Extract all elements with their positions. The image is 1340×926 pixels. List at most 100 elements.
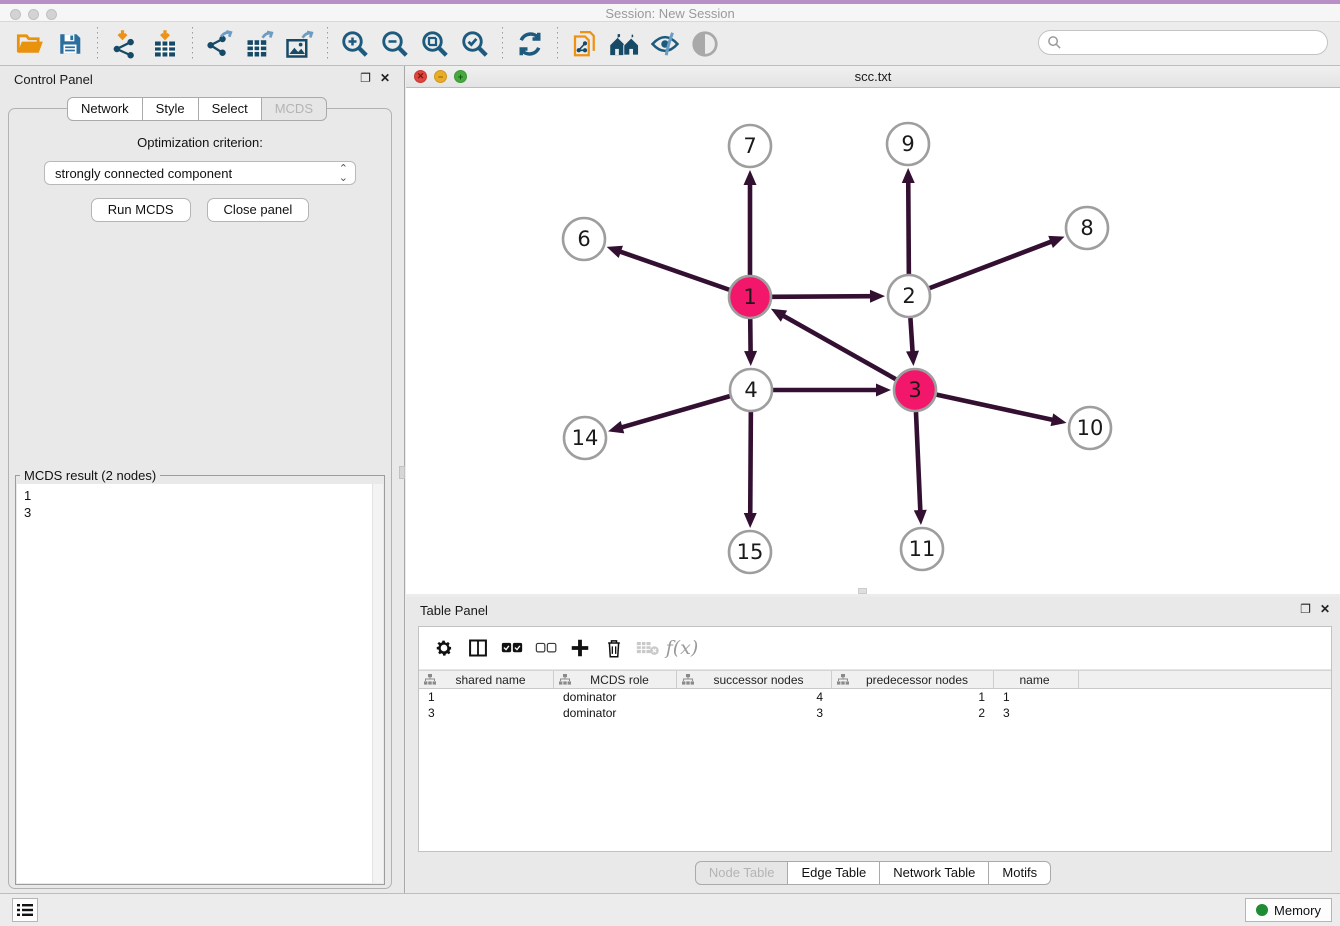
tab-select[interactable]: Select (198, 97, 262, 121)
search-input[interactable] (1067, 35, 1327, 50)
list-icon (17, 903, 33, 917)
column-header-successor-nodes[interactable]: successor nodes (677, 671, 832, 688)
table-cell[interactable]: 4 (677, 689, 832, 705)
horizontal-splitter-handle[interactable] (858, 588, 867, 594)
zoom-fit-button[interactable] (418, 28, 452, 60)
import-network-button[interactable] (108, 28, 142, 60)
graph-edge-1-2[interactable] (772, 296, 872, 297)
table-row[interactable]: 3dominator323 (419, 705, 1331, 721)
graph-edge-arrowhead (1048, 236, 1064, 248)
apply-layout-button[interactable] (513, 28, 547, 60)
show-panel-list-button[interactable] (12, 898, 38, 922)
column-type-icon (682, 674, 694, 685)
zoom-selected-button[interactable] (458, 28, 492, 60)
mcds-result-text[interactable]: 1 3 (17, 484, 383, 883)
search-box[interactable] (1038, 30, 1328, 55)
tab-node-table[interactable]: Node Table (695, 861, 789, 885)
tab-network[interactable]: Network (67, 97, 143, 121)
table-panel-header: Table Panel ❐ ✕ (406, 597, 1340, 623)
run-mcds-button[interactable]: Run MCDS (91, 198, 191, 222)
columns-icon (468, 638, 488, 658)
close-panel-icon[interactable]: ✕ (380, 72, 390, 84)
create-column-button[interactable] (565, 633, 595, 663)
column-header-shared-name[interactable]: shared name (419, 671, 554, 688)
table-row[interactable]: 1dominator411 (419, 689, 1331, 705)
control-panel-header: Control Panel ❐ ✕ (0, 66, 404, 92)
column-header-MCDS-role[interactable]: MCDS role (554, 671, 677, 688)
table-cell[interactable]: 2 (832, 705, 994, 721)
unchecked-boxes-icon (535, 640, 557, 656)
graph-edge-arrowhead (744, 351, 757, 366)
graph-edge-2-8[interactable] (930, 241, 1053, 288)
result-scrollbar[interactable] (372, 484, 383, 883)
import-table-button[interactable] (148, 28, 182, 60)
open-session-button[interactable] (13, 28, 47, 60)
status-bar: Memory (0, 893, 1340, 926)
zoom-out-button[interactable] (378, 28, 412, 60)
network-view-window: ✕ − + scc.txt 7968124314101511 (406, 66, 1340, 594)
graph-edge-4-14[interactable] (621, 396, 730, 428)
graph-node-label-3: 3 (908, 378, 921, 402)
table-cell[interactable]: 3 (994, 705, 1079, 721)
zoom-in-button[interactable] (338, 28, 372, 60)
show-hidden-button[interactable] (688, 28, 722, 60)
hide-selected-button[interactable] (648, 28, 682, 60)
table-panel: Table Panel ❐ ✕ (406, 597, 1340, 893)
table-cell[interactable]: 1 (419, 689, 554, 705)
tab-mcds[interactable]: MCDS (261, 97, 327, 121)
table-cell[interactable]: 1 (832, 689, 994, 705)
toggle-column-pane-button[interactable] (463, 633, 493, 663)
table-cell[interactable]: dominator (554, 705, 677, 721)
graph-edge-3-10[interactable] (936, 395, 1053, 420)
graph-edge-arrowhead (608, 421, 624, 433)
tab-network-table[interactable]: Network Table (879, 861, 989, 885)
column-header-predecessor-nodes[interactable]: predecessor nodes (832, 671, 994, 688)
deselect-all-button[interactable] (531, 633, 561, 663)
delete-column-button[interactable] (599, 633, 629, 663)
mcds-result-title: MCDS result (2 nodes) (20, 468, 160, 483)
show-all-networks-button[interactable] (608, 28, 642, 60)
tab-style[interactable]: Style (142, 97, 199, 121)
graph-edge-arrowhead (914, 510, 927, 525)
toolbar-separator (557, 27, 558, 61)
mcds-pane: Optimization criterion: strongly connect… (8, 108, 392, 889)
node-table-container: f(x) shared nameMCDS rolesuccessor nodes… (418, 626, 1332, 852)
column-type-icon (837, 674, 849, 685)
close-table-panel-icon[interactable]: ✕ (1320, 603, 1330, 615)
table-cell[interactable]: 1 (994, 689, 1079, 705)
tab-edge-table[interactable]: Edge Table (787, 861, 880, 885)
select-all-button[interactable] (497, 633, 527, 663)
delete-table-button[interactable] (633, 633, 663, 663)
network-canvas[interactable]: 7968124314101511 (406, 88, 1340, 594)
graph-edge-2-3[interactable] (910, 318, 912, 353)
vertical-splitter-handle[interactable] (399, 466, 405, 479)
export-table-button[interactable] (243, 28, 277, 60)
graph-node-label-6: 6 (577, 227, 590, 251)
function-builder-button[interactable]: f(x) (667, 633, 697, 663)
graph-edge-arrowhead (876, 384, 891, 397)
float-table-panel-icon[interactable]: ❐ (1300, 603, 1311, 615)
graph-edge-3-1[interactable] (782, 315, 896, 379)
graph-edge-2-9[interactable] (908, 181, 909, 274)
graph-node-label-1: 1 (743, 285, 756, 309)
optimization-criterion-select[interactable]: strongly connected component ⌃⌄ (44, 161, 356, 185)
table-cell[interactable]: 3 (419, 705, 554, 721)
save-session-button[interactable] (53, 28, 87, 60)
checked-boxes-icon (501, 640, 523, 656)
table-cell[interactable]: dominator (554, 689, 677, 705)
tab-motifs[interactable]: Motifs (988, 861, 1051, 885)
table-settings-button[interactable] (429, 633, 459, 663)
export-image-button[interactable] (283, 28, 317, 60)
graph-edge-1-6[interactable] (619, 251, 729, 290)
export-network-button[interactable] (203, 28, 237, 60)
clone-network-button[interactable] (568, 28, 602, 60)
table-cell[interactable]: 3 (677, 705, 832, 721)
column-header-name[interactable]: name (994, 671, 1079, 688)
houses-icon (609, 29, 641, 59)
float-panel-icon[interactable]: ❐ (360, 72, 371, 84)
graph-edge-3-11[interactable] (916, 412, 920, 512)
memory-button[interactable]: Memory (1245, 898, 1332, 922)
graph-edge-4-15[interactable] (750, 412, 751, 515)
graph-node-label-9: 9 (901, 132, 914, 156)
close-panel-button[interactable]: Close panel (207, 198, 310, 222)
